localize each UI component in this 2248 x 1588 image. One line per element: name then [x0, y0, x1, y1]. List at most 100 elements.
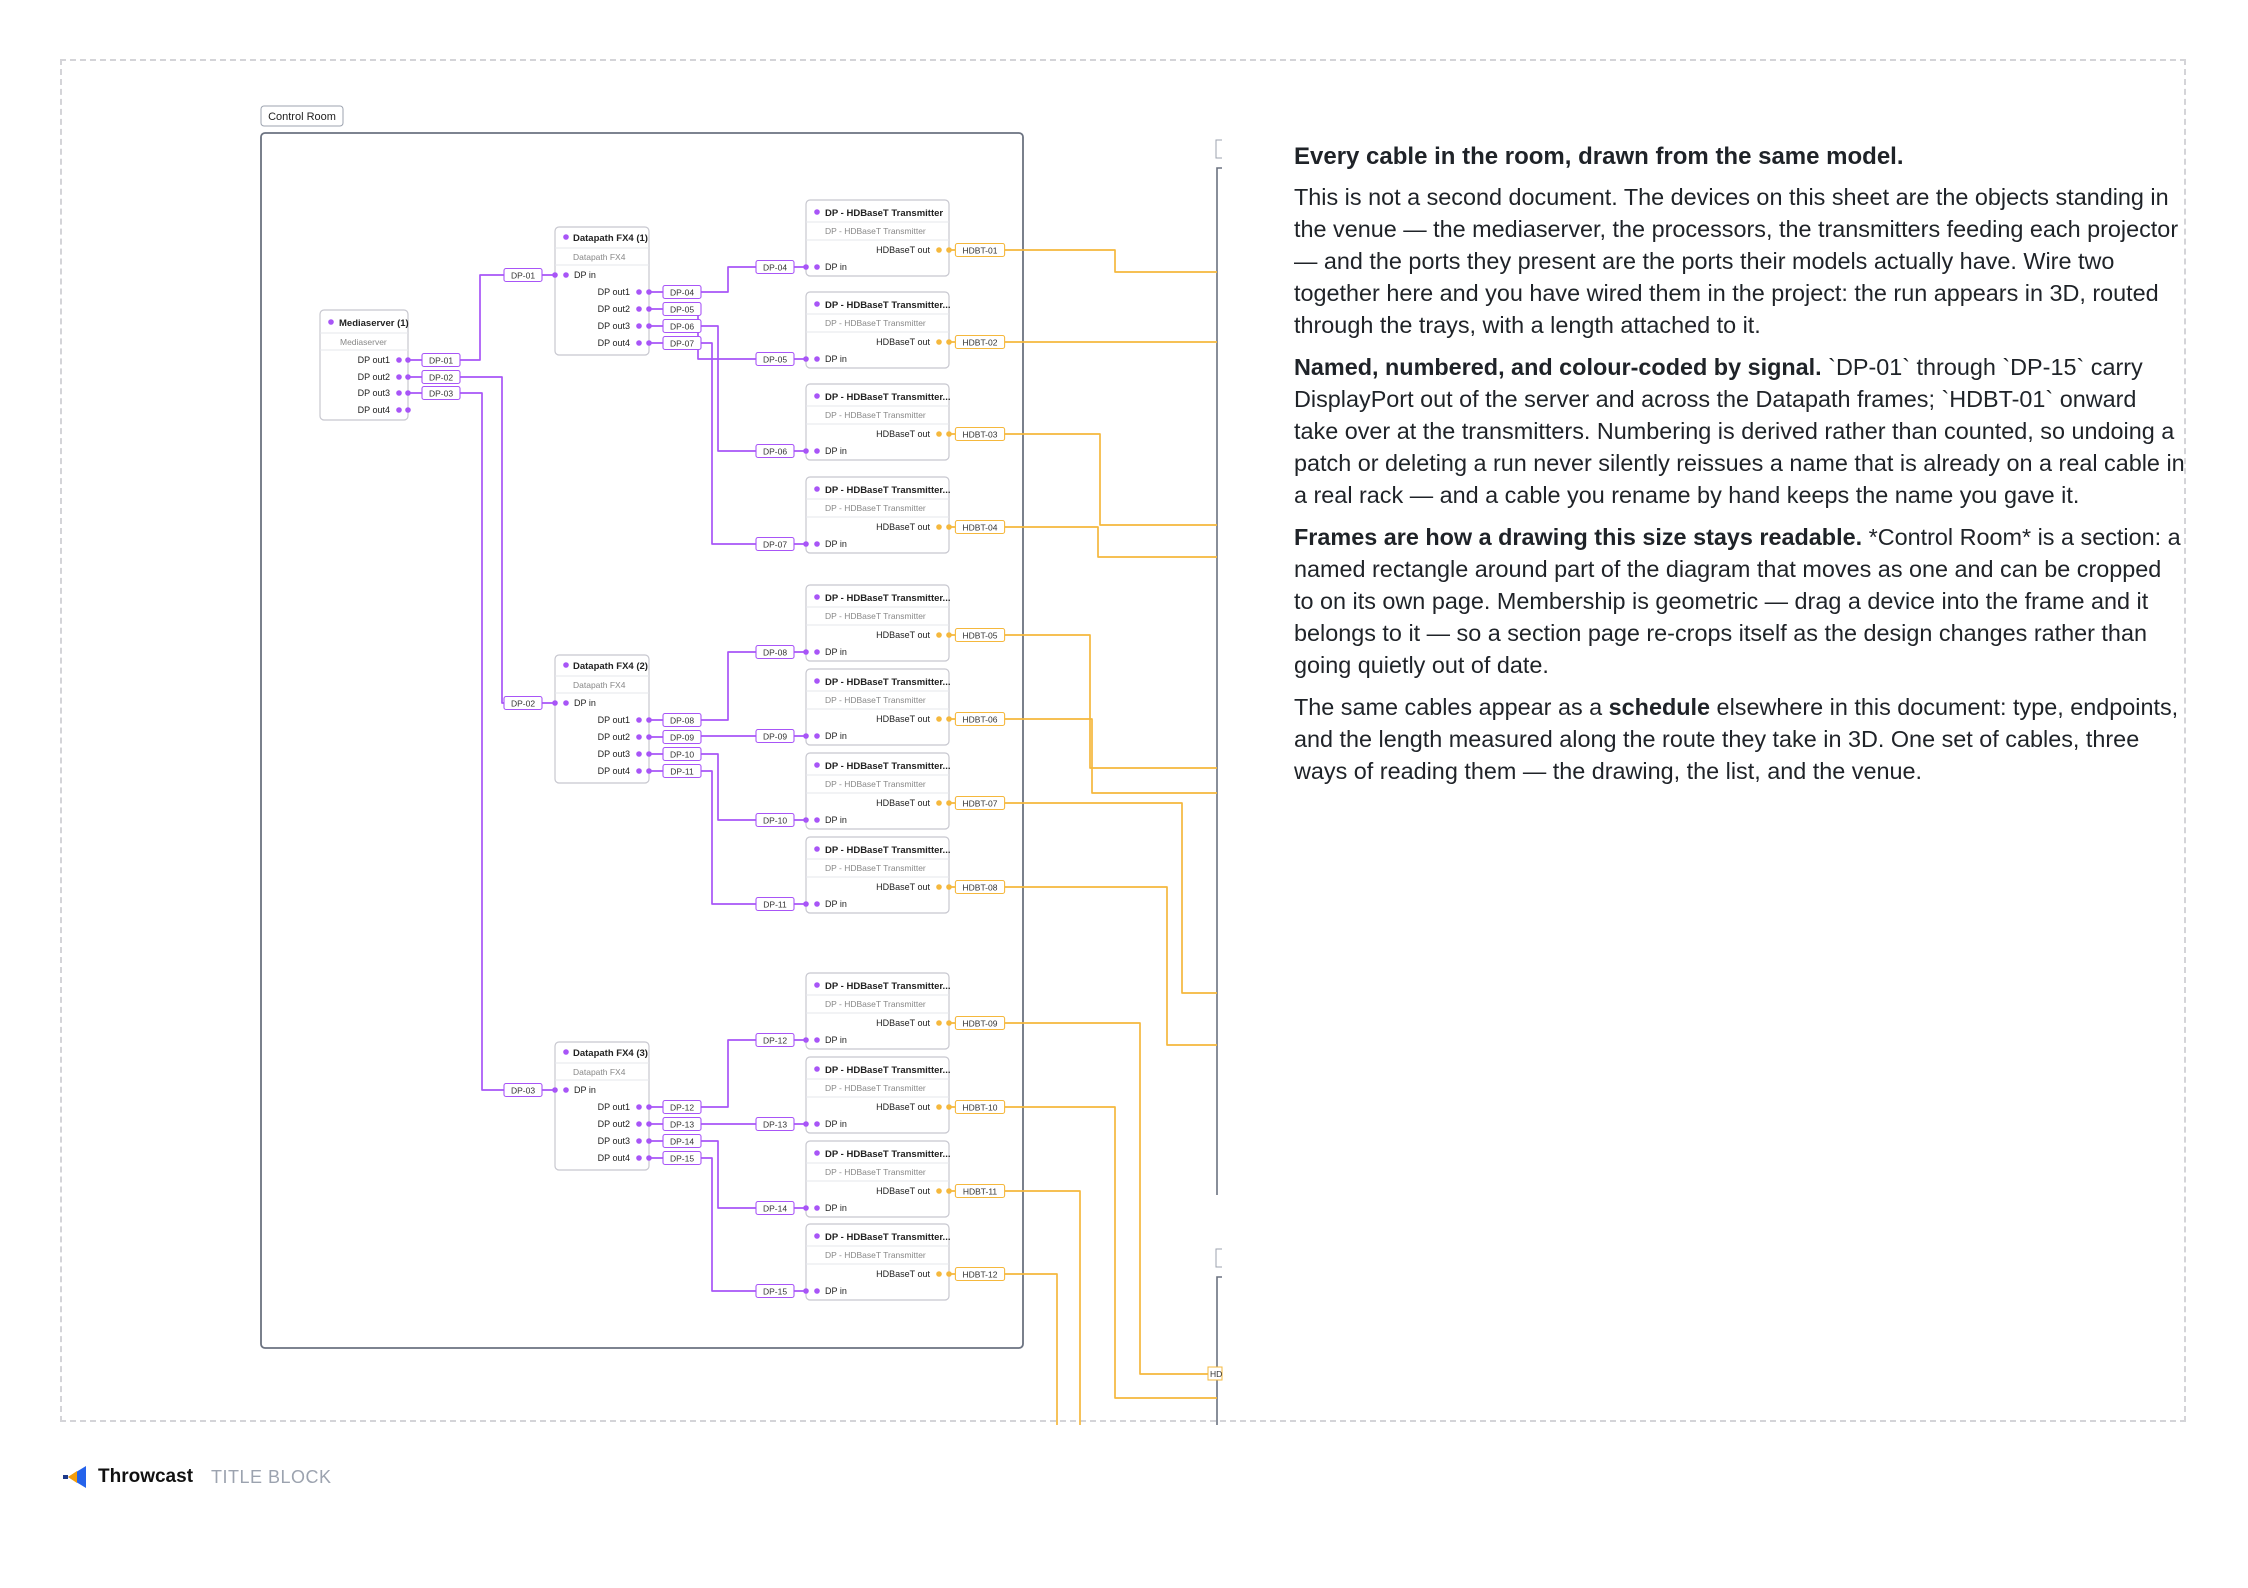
datapath-title: Datapath FX4 (2): [573, 661, 648, 672]
cable-tag-dp-01: DP-01: [429, 355, 453, 365]
datapath-input-dot: [563, 272, 569, 278]
datapath-output-dot: [636, 717, 642, 723]
transmitter-status-dot: [814, 982, 820, 988]
transmitter-status-dot: [814, 393, 820, 399]
transmitter-output-label: HDBaseT out: [876, 798, 930, 808]
transmitter-input-label: DP in: [825, 1286, 847, 1296]
cable-tag-dp-08: DP-08: [670, 715, 694, 725]
transmitter-title: DP - HDBaseT Transmitter...: [825, 593, 950, 604]
cable-tag-dp-10-end: DP-10: [763, 815, 787, 825]
cable-tag-hdbt-09: HDBT-09: [963, 1018, 998, 1028]
transmitter-status-dot: [814, 594, 820, 600]
datapath-output-dot: [636, 289, 642, 295]
cable-hdbt-12: [949, 1273, 1058, 1425]
brand-name: Throwcast: [98, 1466, 194, 1487]
transmitter-title: DP - HDBaseT Transmitter...: [825, 300, 950, 311]
cable-dp-11: [649, 770, 806, 905]
transmitter-output-dot: [936, 716, 942, 722]
transmitter-output-label: HDBaseT out: [876, 522, 930, 532]
datapath-output-label: DP out1: [598, 715, 630, 725]
transmitter-subtitle: DP - HDBaseT Transmitter: [825, 318, 926, 328]
wiring-diagram: Control Room Mediaserver (1) Mediaserver DP…: [260, 105, 1223, 1425]
section-frame-2-edge: [1216, 167, 1222, 1195]
cable-tag-hdbt-03: HDBT-03: [963, 429, 998, 439]
datapath-status-dot: [563, 234, 569, 240]
cable-tag-dp-13: DP-13: [670, 1119, 694, 1129]
datapath-output-dot: [636, 323, 642, 329]
datapath-output-label: DP out2: [598, 732, 630, 742]
mediaserver-title: Mediaserver (1): [339, 318, 409, 329]
cable-tag-dp-06: DP-06: [670, 321, 694, 331]
transmitter-output-label: HDBaseT out: [876, 1269, 930, 1279]
mediaserver-status-dot: [328, 319, 334, 325]
datapath-output-dot: [636, 751, 642, 757]
transmitter-title: DP - HDBaseT Transmitter...: [825, 761, 950, 772]
datapath-output-label: DP out4: [598, 1153, 630, 1163]
cable-dp-03: [408, 392, 555, 1091]
cable-hdbt-05: [949, 634, 1217, 769]
datapath-output-dot: [636, 306, 642, 312]
cable-dp-07: [649, 342, 806, 545]
transmitter-output-dot: [936, 431, 942, 437]
datapath-input-label: DP in: [574, 270, 596, 280]
transmitter-output-label: HDBaseT out: [876, 1186, 930, 1196]
transmitter-status-dot: [814, 1150, 820, 1156]
mediaserver-port-label: DP out3: [358, 388, 390, 398]
transmitter-output-label: HDBaseT out: [876, 714, 930, 724]
cable-tag-dp-09: DP-09: [670, 732, 694, 742]
transmitter-input-dot: [814, 541, 820, 547]
transmitter-input-dot: [814, 448, 820, 454]
mediaserver-port-dot: [396, 390, 402, 396]
transmitter-title: DP - HDBaseT Transmitter...: [825, 1232, 950, 1243]
datapath-output-label: DP out4: [598, 338, 630, 348]
transmitter-input-dot: [814, 817, 820, 823]
cable-tag-dp-08-end: DP-08: [763, 647, 787, 657]
paragraph-3-lead: Frames are how a drawing this size stays…: [1294, 524, 1863, 550]
datapath-status-dot: [563, 1049, 569, 1055]
transmitter-subtitle: DP - HDBaseT Transmitter: [825, 1250, 926, 1260]
paragraph-2-lead: Named, numbered, and colour-coded by sig…: [1294, 354, 1822, 380]
cable-tag-dp-12: DP-12: [670, 1102, 694, 1112]
transmitter-status-dot: [814, 209, 820, 215]
description-paragraph-3: Frames are how a drawing this size stays…: [1294, 521, 2186, 681]
transmitter-title: DP - HDBaseT Transmitter...: [825, 1065, 950, 1076]
mediaserver-port-label: DP out2: [358, 372, 390, 382]
transmitter-subtitle: DP - HDBaseT Transmitter: [825, 779, 926, 789]
transmitter-output-label: HDBaseT out: [876, 245, 930, 255]
transmitter-title: DP - HDBaseT Transmitter...: [825, 677, 950, 688]
throwcast-logo-icon: [63, 1466, 86, 1488]
datapath-output-dot: [636, 1138, 642, 1144]
transmitter-subtitle: DP - HDBaseT Transmitter: [825, 410, 926, 420]
cable-tag-hdbt-07: HDBT-07: [963, 798, 998, 808]
transmitter-subtitle: DP - HDBaseT Transmitter: [825, 611, 926, 621]
datapath-output-label: DP out4: [598, 766, 630, 776]
mediaserver-port-label: DP out4: [358, 405, 390, 415]
transmitter-subtitle: DP - HDBaseT Transmitter: [825, 226, 926, 236]
cable-tag-hdbt-06: HDBT-06: [963, 714, 998, 724]
cable-tag-dp-02: DP-02: [429, 372, 453, 382]
datapath-output-dot: [636, 1155, 642, 1161]
cable-tag-dp-09-end: DP-09: [763, 731, 787, 741]
transmitter-status-dot: [814, 301, 820, 307]
title-block: Throwcast TITLE BLOCK: [62, 1464, 332, 1490]
transmitter-output-label: HDBaseT out: [876, 429, 930, 439]
transmitter-output-dot: [936, 1104, 942, 1110]
transmitter-output-dot: [936, 1271, 942, 1277]
cable-tag-dp-14: DP-14: [670, 1136, 694, 1146]
datapath-output-label: DP out2: [598, 304, 630, 314]
transmitter-subtitle: DP - HDBaseT Transmitter: [825, 1167, 926, 1177]
datapath-input-dot: [563, 1087, 569, 1093]
transmitter-input-dot: [814, 901, 820, 907]
description-heading: Every cable in the room, drawn from the …: [1294, 143, 1904, 170]
transmitter-input-label: DP in: [825, 446, 847, 456]
cable-tag-dp-03: DP-03: [429, 388, 453, 398]
cable-dp-12: [649, 1039, 806, 1108]
cable-tag-dp-05-end: DP-05: [763, 354, 787, 364]
transmitter-output-dot: [936, 1188, 942, 1194]
transmitter-output-label: HDBaseT out: [876, 337, 930, 347]
description-panel: Every cable in the room, drawn from the …: [1294, 141, 2186, 797]
datapath-output-dot: [636, 768, 642, 774]
transmitter-input-dot: [814, 1121, 820, 1127]
transmitter-output-label: HDBaseT out: [876, 1102, 930, 1112]
transmitter-subtitle: DP - HDBaseT Transmitter: [825, 863, 926, 873]
